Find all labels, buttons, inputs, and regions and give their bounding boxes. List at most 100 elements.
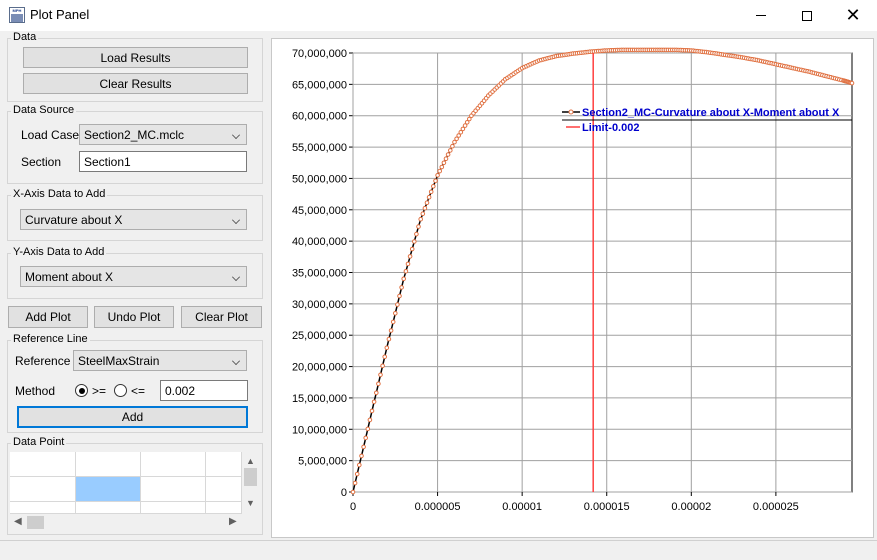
- y-axis-group-label: Y-Axis Data to Add: [11, 246, 107, 258]
- data-point-marker: [428, 189, 434, 195]
- y-tick-label: 50,000,000: [292, 173, 347, 185]
- data-point-marker: [374, 390, 379, 396]
- grid-cell[interactable]: [206, 452, 242, 477]
- grid-cell[interactable]: [76, 502, 141, 514]
- data-point-marker: [352, 480, 358, 486]
- scroll-right-icon[interactable]: ▶: [229, 516, 237, 527]
- grid-cell[interactable]: [10, 452, 76, 477]
- data-point-marker: [445, 152, 451, 157]
- data-point-marker: [849, 80, 855, 86]
- horizontal-scrollbar[interactable]: ◀ ▶: [10, 514, 242, 531]
- data-point-marker: [390, 319, 396, 325]
- data-point-marker: [367, 417, 373, 423]
- data-group-label: Data: [11, 31, 39, 43]
- legend-swatch-marker: [568, 109, 574, 115]
- data-point-marker: [399, 285, 404, 290]
- scroll-up-icon[interactable]: ▲: [246, 456, 255, 466]
- grid-cell[interactable]: [206, 477, 242, 502]
- load-case-value: Section2_MC.mclc: [84, 127, 185, 142]
- scroll-down-icon[interactable]: ▼: [246, 498, 255, 508]
- scrollbar-thumb[interactable]: [27, 516, 44, 529]
- y-tick-label: 5,000,000: [298, 456, 347, 468]
- data-point-marker: [414, 231, 419, 237]
- x-axis-group-label: X-Axis Data to Add: [11, 188, 108, 200]
- x-axis-select[interactable]: Curvature about X: [20, 209, 247, 230]
- grid-cell-selected[interactable]: [76, 477, 141, 502]
- data-point-marker: [441, 160, 447, 166]
- data-point-marker: [439, 164, 445, 170]
- grid-cell[interactable]: [141, 502, 206, 514]
- close-button[interactable]: ✕: [830, 0, 876, 31]
- x-tick-label: 0.000025: [753, 501, 799, 513]
- data-point-marker: [416, 224, 421, 229]
- data-source-group: [7, 111, 263, 184]
- undo-plot-button[interactable]: Undo Plot: [94, 306, 174, 328]
- title-bar: MPH Plot Panel ✕: [0, 0, 877, 31]
- load-results-button[interactable]: Load Results: [23, 47, 248, 68]
- load-case-label: Load Case: [21, 128, 80, 142]
- window-bottom-border: [0, 540, 877, 560]
- section-input[interactable]: Section1: [79, 151, 247, 172]
- y-axis-select[interactable]: Moment about X: [20, 266, 247, 287]
- data-point-marker: [363, 435, 368, 441]
- grid-cell[interactable]: [141, 477, 206, 502]
- data-point-marker: [433, 178, 438, 184]
- y-axis-value: Moment about X: [25, 269, 114, 284]
- y-tick-label: 55,000,000: [292, 142, 347, 154]
- data-point-grid[interactable]: ▲ ▼ ◀ ▶: [10, 452, 259, 531]
- y-tick-label: 10,000,000: [292, 424, 347, 436]
- threshold-input[interactable]: 0.002: [160, 380, 248, 401]
- minimize-button[interactable]: [738, 0, 784, 31]
- chart-svg[interactable]: 0 5,000,000 10,000,000 15,000,000 20,000,000…: [272, 39, 875, 539]
- data-point-marker: [407, 254, 413, 259]
- scrollbar-thumb[interactable]: [244, 468, 257, 486]
- add-reference-button[interactable]: Add: [17, 406, 248, 428]
- data-point-marker: [384, 345, 390, 351]
- reference-value: SteelMaxStrain: [78, 353, 160, 368]
- data-source-label: Data Source: [11, 104, 77, 116]
- grid-cell[interactable]: [10, 477, 76, 502]
- minimize-icon: [756, 15, 766, 16]
- vertical-scrollbar[interactable]: ▲ ▼: [242, 452, 259, 514]
- plot-panel[interactable]: 0 5,000,000 10,000,000 15,000,000 20,000,000…: [271, 38, 874, 538]
- reference-select[interactable]: SteelMaxStrain: [73, 350, 247, 371]
- method-ge-radio[interactable]: [75, 384, 88, 397]
- data-point-marker: [376, 381, 381, 387]
- grid-cell[interactable]: [141, 452, 206, 477]
- section-label: Section: [21, 155, 62, 169]
- data-point-marker: [426, 194, 432, 200]
- y-tick-label: 70,000,000: [292, 48, 347, 60]
- grid-cell[interactable]: [206, 502, 242, 514]
- method-ge-label: >=: [92, 384, 107, 398]
- data-point-marker: [412, 239, 417, 244]
- clear-results-button[interactable]: Clear Results: [23, 73, 248, 94]
- data-point-marker: [448, 148, 453, 153]
- maximize-icon: [802, 10, 812, 21]
- grid-cell[interactable]: [76, 452, 141, 477]
- reference-line-label: Reference Line: [11, 333, 90, 345]
- scroll-left-icon[interactable]: ◀: [14, 516, 22, 527]
- x-tick-label: 0.000005: [415, 501, 461, 513]
- data-point-marker: [388, 328, 394, 333]
- data-point-marker: [369, 408, 375, 414]
- grid-cell[interactable]: [10, 502, 76, 514]
- x-tick-label: 0.000015: [584, 501, 630, 513]
- legend-entry: Limit-0.002: [582, 122, 639, 134]
- add-plot-button[interactable]: Add Plot: [8, 306, 88, 328]
- maximize-button[interactable]: [784, 0, 830, 31]
- y-tick-label: 65,000,000: [292, 79, 347, 91]
- y-tick-label: 35,000,000: [292, 268, 347, 280]
- data-point-marker: [361, 444, 366, 450]
- y-tick-label: 20,000,000: [292, 362, 347, 374]
- chevron-down-icon: [232, 273, 240, 281]
- load-case-select[interactable]: Section2_MC.mclc: [79, 124, 247, 145]
- y-tick-label: 40,000,000: [292, 236, 347, 248]
- data-point-marker: [365, 426, 371, 432]
- data-point-marker: [437, 168, 442, 174]
- app-icon: MPH: [9, 7, 25, 23]
- data-point-marker: [435, 173, 440, 178]
- method-le-radio[interactable]: [114, 384, 127, 397]
- data-point-marker: [403, 269, 409, 274]
- data-point-marker: [382, 354, 387, 360]
- clear-plot-button[interactable]: Clear Plot: [181, 306, 262, 328]
